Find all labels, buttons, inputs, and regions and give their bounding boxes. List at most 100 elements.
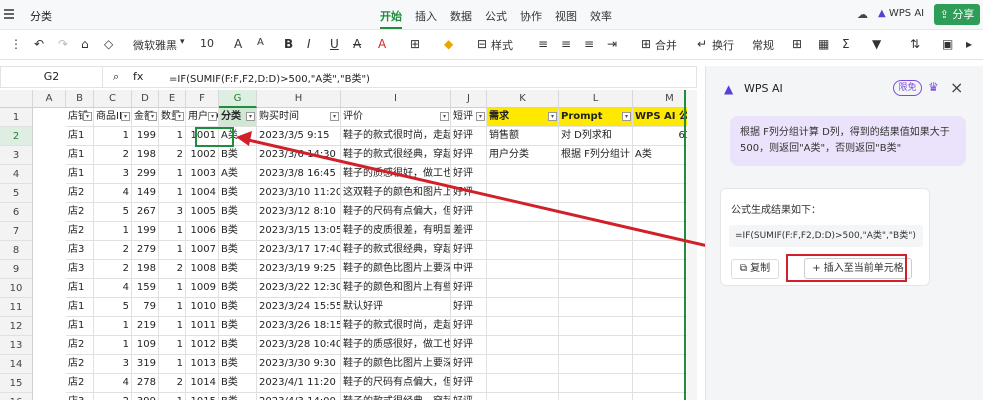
filter-dropdown-icon[interactable]: ▾ [330,112,339,121]
table-cell[interactable]: 店1 [66,298,94,317]
table-cell[interactable]: 1009 [186,279,219,298]
table-cell[interactable]: 1 [94,336,132,355]
table-cell[interactable] [487,336,559,355]
table-cell[interactable]: 差评 [451,222,487,241]
table-cell[interactable]: 3 [159,203,186,222]
table-cell[interactable]: 1 [94,317,132,336]
more-icon[interactable]: ⋮ [10,37,22,51]
filter-dropdown-icon[interactable]: ▾ [148,112,157,121]
table-cell[interactable]: 1005 [186,203,219,222]
table-cell[interactable]: 鞋子的颜色和图片上有些 [341,279,451,298]
table-cell[interactable] [487,298,559,317]
table-cell[interactable]: 用户分类 [487,146,559,165]
more-right-icon[interactable]: ▸ [966,37,972,51]
table-cell[interactable]: 店1 [66,165,94,184]
table-cell[interactable]: B类 [219,146,257,165]
table-cell[interactable]: 鞋子的质感很好，做工也很 [341,165,451,184]
table-cell[interactable]: B类 [219,222,257,241]
font-color-icon[interactable]: A [378,37,386,51]
table-cell[interactable]: 4 [94,184,132,203]
copy-button[interactable]: ⧉ 复制 [731,259,779,279]
table-cell[interactable]: 1010 [186,298,219,317]
row-header[interactable]: 1 [0,108,33,127]
table-cell[interactable]: 5 [94,298,132,317]
table-cell[interactable]: 店1 [66,146,94,165]
table-cell[interactable]: 198 [132,146,159,165]
table-cell[interactable]: 299 [132,165,159,184]
table-cell[interactable] [487,393,559,400]
table-cell[interactable]: B类 [219,203,257,222]
table-cell[interactable]: 2023/3/30 9:30 [257,355,341,374]
table-cell[interactable]: 店3 [66,241,94,260]
row-header[interactable]: 14 [0,355,33,374]
filter-dropdown-icon[interactable]: ▾ [175,112,184,121]
table-cell[interactable]: 1013 [186,355,219,374]
table-cell[interactable]: 5 [94,203,132,222]
table-cell[interactable]: B类 [219,298,257,317]
tab-home[interactable]: 开始 [380,8,402,29]
menu-icon[interactable] [2,7,16,21]
underline-icon[interactable]: U [330,37,339,51]
table-cell[interactable]: 2023/4/1 11:20 [257,374,341,393]
tab-efficiency[interactable]: 效率 [590,8,612,29]
table-cell[interactable]: 2023/3/5 9:15 [257,127,341,146]
table-cell[interactable]: 2023/3/28 10:40 [257,336,341,355]
table-cell[interactable] [559,222,633,241]
select-all-corner[interactable] [0,90,33,108]
table-cell[interactable]: 鞋子的款式很时尚，走起路来 [341,317,451,336]
table-cell[interactable]: 2 [94,393,132,400]
row-header[interactable]: 7 [0,222,33,241]
table-cell[interactable]: 店1 [66,127,94,146]
filter-dropdown-icon[interactable]: ▾ [83,112,92,121]
table-cell[interactable] [487,317,559,336]
table-cell[interactable]: 4 [94,374,132,393]
table-cell[interactable]: 1015 [186,393,219,400]
header-cell[interactable]: 数量 ▾ [159,108,186,127]
table-cell[interactable]: 278 [132,374,159,393]
table-cell[interactable]: 3 [94,165,132,184]
table-cell[interactable] [487,241,559,260]
font-grow-icon[interactable]: A [234,37,242,51]
table-cell[interactable]: B类 [219,393,257,400]
table-cell[interactable] [487,374,559,393]
header-cell[interactable]: 购买时间 ▾ [257,108,341,127]
border-icon[interactable]: ⊞ [410,37,420,51]
table-cell[interactable]: 好评 [451,127,487,146]
table-cell[interactable]: 1 [159,393,186,400]
row-header[interactable]: 4 [0,165,33,184]
table-cell[interactable]: 中评 [451,260,487,279]
wrap-icon[interactable]: ↵ [697,37,707,51]
table-cell[interactable]: 1014 [186,374,219,393]
table-cell[interactable] [559,241,633,260]
table-cell[interactable]: 1 [159,317,186,336]
table-cell[interactable]: 2023/3/15 13:05 [257,222,341,241]
table-cell[interactable]: 店2 [66,355,94,374]
table-cell[interactable] [559,336,633,355]
table-cell[interactable]: 1002 [186,146,219,165]
filter-dropdown-icon[interactable]: ▾ [476,112,485,121]
table-cell[interactable]: B类 [219,260,257,279]
table-cell[interactable]: 2 [94,146,132,165]
undo-icon[interactable]: ↶ [34,37,44,51]
filter-dropdown-icon[interactable]: ▾ [548,112,557,121]
formula-input[interactable]: =IF(SUMIF(F:F,F2,D:D)>500,"A类","B类") [169,70,370,85]
header-cell[interactable]: 分类 ▾ [219,108,257,127]
table-cell[interactable]: 2 [94,260,132,279]
table-cell[interactable]: B类 [219,355,257,374]
fill-icon[interactable]: ▦ [818,37,829,51]
column-header-l[interactable]: L [559,90,633,108]
table-cell[interactable] [559,165,633,184]
tab-data[interactable]: 数据 [450,8,472,29]
column-header-a[interactable]: A [33,90,66,108]
font-name-select[interactable]: 微软雅黑 [133,37,177,53]
table-cell[interactable]: 好评 [451,317,487,336]
table-cell[interactable]: 1 [159,127,186,146]
table-cell[interactable]: 2023/3/19 9:25 [257,260,341,279]
table-cell[interactable]: 鞋子的颜色比图片上要深 [341,260,451,279]
table-cell[interactable]: 149 [132,184,159,203]
table-cell[interactable]: 1 [159,222,186,241]
table-cell[interactable]: 店3 [66,393,94,400]
table-cell[interactable]: 219 [132,317,159,336]
table-cell[interactable] [487,165,559,184]
row-header[interactable]: 11 [0,298,33,317]
